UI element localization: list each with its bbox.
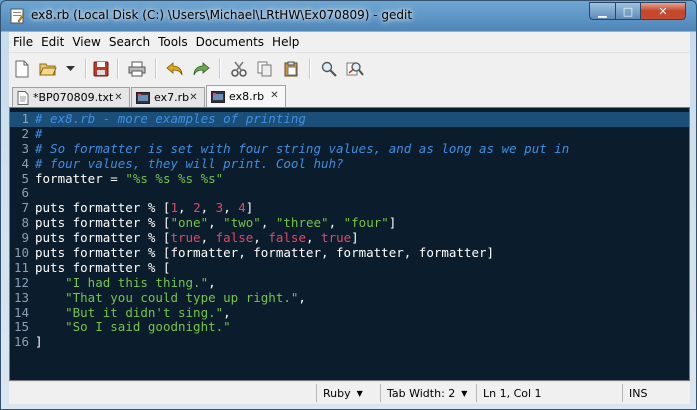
tab-label: ex7.rb bbox=[154, 91, 190, 104]
chevron-down-icon: ▼ bbox=[356, 388, 363, 398]
toolbar-separator bbox=[85, 59, 87, 79]
tab-width-selector[interactable]: Tab Width: 2 ▼ bbox=[380, 384, 472, 402]
code-text-area[interactable]: # ex8.rb - more examples of printing # #… bbox=[35, 111, 689, 350]
close-tab-icon[interactable]: ✕ bbox=[188, 92, 199, 103]
line-number: 14 bbox=[13, 304, 29, 320]
toolbar-separator bbox=[117, 59, 119, 79]
line-number: 8 bbox=[21, 215, 29, 231]
code-line: puts formatter % [formatter, formatter, … bbox=[35, 245, 495, 261]
minimize-button[interactable]: ▁ bbox=[589, 2, 616, 20]
toolbar-separator bbox=[219, 59, 221, 79]
code-line: "So I said goodnight." bbox=[65, 319, 231, 335]
new-document-icon[interactable] bbox=[12, 59, 32, 79]
code-editor[interactable]: 1 2 3 4 5 6 7 8 9 10 11 12 13 14 15 16 # ex8.rb - more … bbox=[9, 107, 690, 381]
line-number-gutter: 1 2 3 4 5 6 7 8 9 10 11 12 13 14 15 16 bbox=[10, 111, 32, 350]
tab-ex7[interactable]: ex7.rb ✕ bbox=[131, 87, 205, 107]
document-tabs: *BP070809.txt ✕ ex7.rb ✕ ex8.rb ✕ bbox=[9, 85, 690, 107]
line-number: 16 bbox=[13, 334, 29, 350]
code-line: # four values, they will print. Cool huh… bbox=[35, 155, 344, 171]
menu-file[interactable]: File bbox=[9, 35, 37, 49]
code-line: # bbox=[35, 125, 43, 141]
code-line: formatter = "%s %s %s %s" bbox=[35, 170, 224, 186]
menu-edit[interactable]: Edit bbox=[37, 35, 68, 49]
chevron-down-icon: ▼ bbox=[461, 388, 468, 398]
line-number: 5 bbox=[21, 170, 29, 186]
toolbar-separator bbox=[155, 59, 157, 79]
code-line: # So formatter is set with four string v… bbox=[35, 140, 570, 156]
code-line: # ex8.rb - more examples of printing bbox=[35, 111, 306, 126]
line-number: 13 bbox=[13, 289, 29, 305]
language-label: Ruby bbox=[323, 386, 351, 400]
title-bar[interactable]: ex8.rb (Local Disk (C:) \Users\Michael\L… bbox=[1, 1, 697, 31]
insert-mode: INS bbox=[622, 384, 690, 402]
tab-bp070809[interactable]: *BP070809.txt ✕ bbox=[12, 87, 130, 107]
code-line: ] bbox=[35, 334, 43, 350]
undo-icon[interactable] bbox=[165, 59, 185, 79]
close-window-button[interactable]: ✕ bbox=[640, 2, 686, 20]
insert-mode-label: INS bbox=[629, 386, 648, 400]
code-line: "But it didn't sing.", bbox=[65, 304, 231, 320]
copy-icon[interactable] bbox=[255, 59, 275, 79]
redo-icon[interactable] bbox=[191, 59, 211, 79]
code-line: puts formatter % [ bbox=[35, 259, 171, 275]
gedit-app-icon bbox=[9, 8, 25, 24]
line-number: 11 bbox=[13, 259, 29, 275]
menu-documents[interactable]: Documents bbox=[192, 35, 268, 49]
line-number: 4 bbox=[21, 155, 29, 171]
line-number: 7 bbox=[21, 200, 29, 216]
line-number: 2 bbox=[21, 125, 29, 141]
find-replace-icon[interactable] bbox=[345, 59, 365, 79]
cursor-position: Ln 1, Col 1 bbox=[476, 384, 622, 402]
ruby-file-icon bbox=[211, 90, 225, 103]
close-tab-icon[interactable]: ✕ bbox=[269, 90, 280, 101]
line-number: 15 bbox=[13, 319, 29, 335]
open-folder-icon[interactable] bbox=[38, 59, 58, 79]
code-line: puts formatter % [1, 2, 3, 4] bbox=[35, 200, 254, 216]
print-icon[interactable] bbox=[127, 59, 147, 79]
find-icon[interactable] bbox=[319, 59, 339, 79]
language-selector[interactable]: Ruby ▼ bbox=[316, 384, 380, 402]
code-line: puts formatter % ["one", "two", "three",… bbox=[35, 215, 397, 231]
gedit-window: ex8.rb (Local Disk (C:) \Users\Michael\L… bbox=[0, 0, 697, 410]
tab-label: *BP070809.txt bbox=[33, 91, 114, 104]
line-number: 6 bbox=[21, 185, 29, 201]
maximize-button[interactable]: □ bbox=[615, 2, 641, 20]
line-number: 10 bbox=[13, 245, 29, 261]
line-number: 12 bbox=[13, 274, 29, 290]
code-line: "I had this thing.", bbox=[65, 274, 216, 290]
menu-view[interactable]: View bbox=[68, 35, 104, 49]
menu-tools[interactable]: Tools bbox=[154, 35, 192, 49]
open-dropdown-icon[interactable] bbox=[64, 59, 76, 79]
menu-search[interactable]: Search bbox=[105, 35, 154, 49]
text-file-icon bbox=[17, 90, 29, 105]
tab-label: ex8.rb bbox=[229, 90, 265, 103]
cut-icon[interactable] bbox=[229, 59, 249, 79]
status-bar: Ruby ▼ Tab Width: 2 ▼ Ln 1, Col 1 INS bbox=[9, 382, 690, 404]
maximize-icon: □ bbox=[622, 4, 634, 18]
toolbar bbox=[9, 52, 690, 85]
toolbar-separator bbox=[309, 59, 311, 79]
tab-width-label: Tab Width: 2 bbox=[387, 386, 456, 400]
save-icon[interactable] bbox=[91, 59, 111, 79]
cursor-position-label: Ln 1, Col 1 bbox=[483, 386, 542, 400]
close-icon: ✕ bbox=[658, 4, 668, 18]
menu-help[interactable]: Help bbox=[268, 35, 303, 49]
code-line: "That you could type up right.", bbox=[65, 289, 306, 305]
minimize-icon: ▁ bbox=[598, 4, 607, 18]
code-line: puts formatter % [true, false, false, tr… bbox=[35, 230, 359, 246]
tab-ex8[interactable]: ex8.rb ✕ bbox=[206, 85, 286, 107]
paste-icon[interactable] bbox=[281, 59, 301, 79]
ruby-file-icon bbox=[136, 91, 150, 104]
close-tab-icon[interactable]: ✕ bbox=[113, 92, 124, 103]
line-number: 1 bbox=[21, 111, 29, 126]
menu-bar: File Edit View Search Tools Documents He… bbox=[9, 32, 690, 52]
line-number: 9 bbox=[21, 230, 29, 246]
window-title: ex8.rb (Local Disk (C:) \Users\Michael\L… bbox=[31, 8, 413, 22]
line-number: 3 bbox=[21, 140, 29, 156]
